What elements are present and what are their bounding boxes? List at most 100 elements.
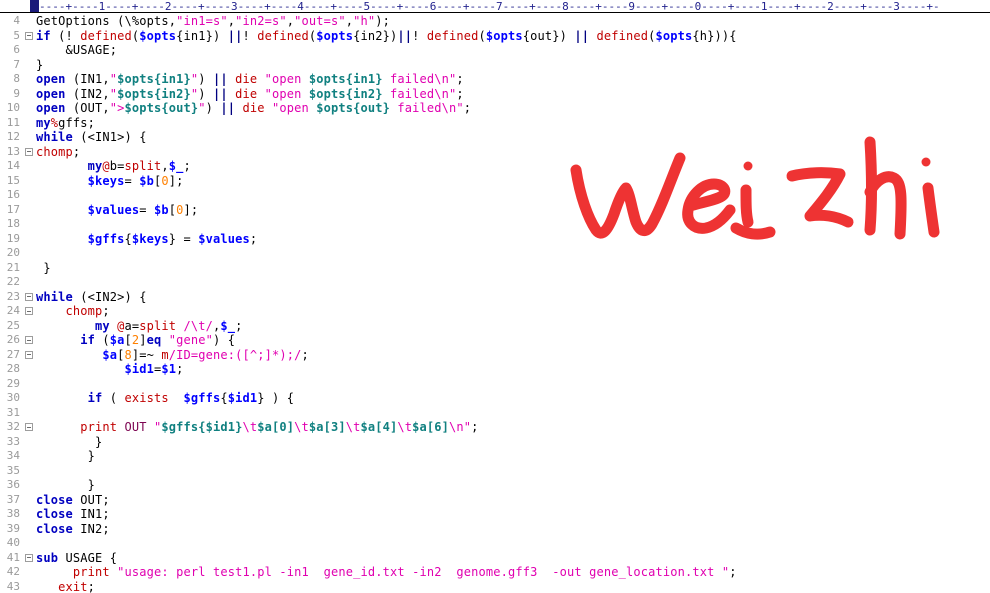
code-line[interactable]: 39 close IN2; [0,522,990,537]
code-line[interactable]: 21 } [0,261,990,276]
code-editor-window: ----+----1----+----2----+----3----+----4… [0,0,990,593]
code-line[interactable]: 25 my @a=split /\t/,$_; [0,319,990,334]
code-line[interactable]: 35 [0,464,990,479]
fold-gutter-slot [23,377,36,392]
code-line[interactable]: 13 chomp; [0,145,990,160]
code-line[interactable]: 12 while (<IN1>) { [0,130,990,145]
fold-toggle-icon[interactable] [23,348,36,363]
line-number: 8 [13,72,20,85]
fold-toggle-icon[interactable] [23,145,36,160]
code-line-text: close IN1; [36,507,110,521]
fold-toggle-icon[interactable] [23,304,36,319]
code-line[interactable]: 30 if ( exists $gffs{$id1} ) { [0,391,990,406]
code-line-text: } [36,434,103,449]
code-text-area[interactable]: 4 GetOptions (\%opts,"in1=s","in2=s","out… [0,14,990,593]
line-number: 14 [6,159,20,172]
code-line-text: close IN2; [36,521,110,536]
line-number: 37 [6,492,20,506]
code-line[interactable]: 6 &USAGE; [0,43,990,58]
code-line[interactable]: 11 my%gffs; [0,116,990,131]
fold-gutter-slot [23,507,36,522]
code-line[interactable]: 36 } [0,478,990,493]
code-line[interactable]: 10 open (OUT,">$opts{out}") || die "open … [0,101,990,116]
code-line[interactable]: 33 } [0,435,990,450]
fold-gutter-slot [23,72,36,87]
code-line-text: if ( exists $gffs{$id1} ) { [87,391,295,405]
line-number: 4 [13,14,20,27]
fold-gutter-slot [23,116,36,131]
code-line[interactable]: 17 $values= $b[0]; [0,203,990,218]
code-line[interactable]: 19 $gffs{$keys} = $values; [0,232,990,247]
code-line-text: close OUT; [36,492,110,507]
fold-gutter-slot [23,275,36,290]
code-line-text: sub USAGE { [36,550,118,565]
code-line-text: if ($a[2]eq "gene") { [80,333,236,347]
code-line-text: &USAGE; [36,43,118,57]
code-line[interactable]: 43 exit; [0,580,990,593]
code-line[interactable]: 32 print OUT "$gffs{$id1}\t$a[0]\t$a[3]\… [0,420,990,435]
line-number: 41 [6,550,20,564]
code-line[interactable]: 16 [0,188,990,203]
code-line[interactable]: 18 [0,217,990,232]
code-line[interactable]: 7} [0,58,990,73]
line-number: 10 [6,101,20,114]
fold-gutter-slot [23,536,36,551]
fold-gutter-slot [23,101,36,116]
code-line[interactable]: 34 } [0,449,990,464]
fold-gutter-slot [23,203,36,218]
code-line[interactable]: 22 [0,275,990,290]
code-line-text: $a[8]=~ m/ID=gene:([^;]*);/; [102,347,309,362]
line-number: 21 [6,260,20,274]
code-line[interactable]: 24 chomp; [0,304,990,319]
fold-toggle-icon[interactable] [23,551,36,566]
code-line-text: $keys= $b[0]; [87,173,184,188]
code-line[interactable]: 27 $a[8]=~ m/ID=gene:([^;]*);/; [0,348,990,363]
line-number: 12 [6,130,20,143]
line-number: 27 [6,347,20,361]
line-number: 25 [6,318,20,332]
line-number: 42 [6,565,20,578]
fold-toggle-icon[interactable] [23,420,36,435]
code-line[interactable]: 5 if (! defined($opts{in1}) ||! defined($… [0,29,990,44]
code-line[interactable]: 14 my@b=split,$_; [0,159,990,174]
line-number: 39 [6,521,20,535]
code-line[interactable]: 37 close OUT; [0,493,990,508]
line-number: 6 [13,43,20,56]
code-line[interactable]: 23 while (<IN2>) { [0,290,990,305]
line-number: 18 [6,217,20,230]
line-number: 34 [6,449,20,462]
code-line[interactable]: 41 sub USAGE { [0,551,990,566]
code-line-text: chomp; [65,304,110,318]
ruler-tick-marks: ----+----1----+----2----+----3----+----4… [39,0,940,13]
code-line[interactable]: 40 [0,536,990,551]
fold-gutter-slot [23,362,36,377]
code-line[interactable]: 9 open (IN2,"$opts{in2}") || die "open $o… [0,87,990,102]
fold-toggle-icon[interactable] [23,290,36,305]
code-line[interactable]: 31 [0,406,990,421]
code-line-text: } [36,449,95,463]
fold-gutter-slot [23,449,36,464]
line-number: 9 [13,86,20,100]
fold-gutter-slot [23,43,36,58]
fold-gutter-slot [23,319,36,334]
line-number: 20 [6,246,20,259]
code-line-text: $values= $b[0]; [87,202,199,217]
fold-gutter-slot [23,580,36,593]
column-ruler: ----+----1----+----2----+----3----+----4… [0,0,990,13]
code-line[interactable]: 29 [0,377,990,392]
code-line-text: if (! defined($opts{in1}) ||! defined($o… [36,28,737,43]
code-line[interactable]: 28 $id1=$1; [0,362,990,377]
code-line[interactable]: 42 print "usage: perl test1.pl -in1 gene… [0,565,990,580]
fold-toggle-icon[interactable] [23,333,36,348]
code-line[interactable]: 38 close IN1; [0,507,990,522]
code-line-text: } [36,260,51,275]
fold-gutter-slot [23,493,36,508]
code-line[interactable]: 4 GetOptions (\%opts,"in1=s","in2=s","out… [0,14,990,29]
code-line[interactable]: 20 [0,246,990,261]
line-number: 5 [13,28,20,42]
code-line[interactable]: 8 open (IN1,"$opts{in1}") || die "open $o… [0,72,990,87]
fold-toggle-icon[interactable] [23,29,36,44]
code-line[interactable]: 26 if ($a[2]eq "gene") { [0,333,990,348]
code-line-text: my @a=split /\t/,$_; [95,318,243,333]
code-line[interactable]: 15 $keys= $b[0]; [0,174,990,189]
